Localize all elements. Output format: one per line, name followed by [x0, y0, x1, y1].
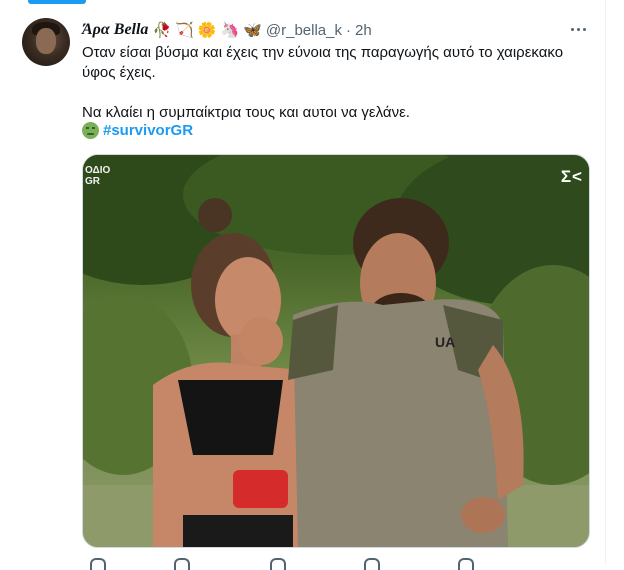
more-dot	[576, 27, 580, 31]
avatar-face	[36, 28, 56, 54]
hashtag-link[interactable]: #survivorGR	[103, 122, 193, 139]
channel-watermark-right: Σ<	[560, 167, 583, 186]
views-icon[interactable]	[364, 558, 380, 570]
tweet-text-line: Οταν είσαι βύσμα και έχεις την εύνοια τη…	[82, 44, 564, 61]
tweet[interactable]: Άρα Bella 🥀 🏹 🌼 🦄 🦋 @r_bella_k · 2h Οταν…	[0, 0, 606, 570]
watermark-line: GR	[85, 176, 100, 187]
woman-hand	[239, 317, 283, 365]
woman-shorts	[183, 515, 293, 547]
tweet-text-line: Να κλαίει η συμπαίκτρια τους και αυτοι ν…	[82, 104, 410, 121]
woman-top	[178, 380, 283, 455]
watermark-line: ΟΔΙΟ	[85, 165, 111, 176]
tweet-media-image[interactable]: UA ΟΔΙΟ GR Σ<	[82, 154, 590, 548]
tweet-text-line: ύφος έχεις.	[82, 64, 156, 81]
author-handle[interactable]: @r_bella_k	[266, 22, 342, 39]
man-hand	[461, 497, 505, 533]
red-armband	[233, 470, 288, 508]
channel-watermark-left: ΟΔΙΟ GR	[85, 165, 110, 187]
tweet-time[interactable]: 2h	[355, 22, 372, 39]
shirt-logo: UA	[435, 334, 455, 350]
share-icon[interactable]	[458, 558, 474, 570]
more-horizontal-icon[interactable]	[566, 20, 590, 38]
tweet-actions	[82, 556, 588, 570]
tweet-header: Άρα Bella 🥀 🏹 🌼 🦄 🦋 @r_bella_k · 2h	[82, 20, 372, 40]
woman-hair-bun	[198, 198, 232, 232]
media-illustration: UA	[83, 155, 589, 547]
more-dot	[570, 27, 574, 31]
author-emoji: 🦋	[243, 21, 262, 39]
author-emoji: 🦄	[220, 21, 240, 39]
author-name[interactable]: Άρα Bella	[82, 21, 148, 39]
author-emoji: 🥀	[152, 21, 172, 39]
like-icon[interactable]	[270, 558, 286, 570]
avatar[interactable]	[22, 18, 70, 66]
author-emoji: 🌼	[197, 21, 217, 39]
sick-face-emoji-icon	[82, 122, 99, 139]
author-emoji: 🏹	[175, 21, 194, 39]
reply-icon[interactable]	[90, 558, 106, 570]
hashtag-row: #survivorGR	[82, 122, 193, 139]
separator-dot: ·	[345, 21, 351, 39]
more-dot	[582, 27, 586, 31]
retweet-icon[interactable]	[174, 558, 190, 570]
